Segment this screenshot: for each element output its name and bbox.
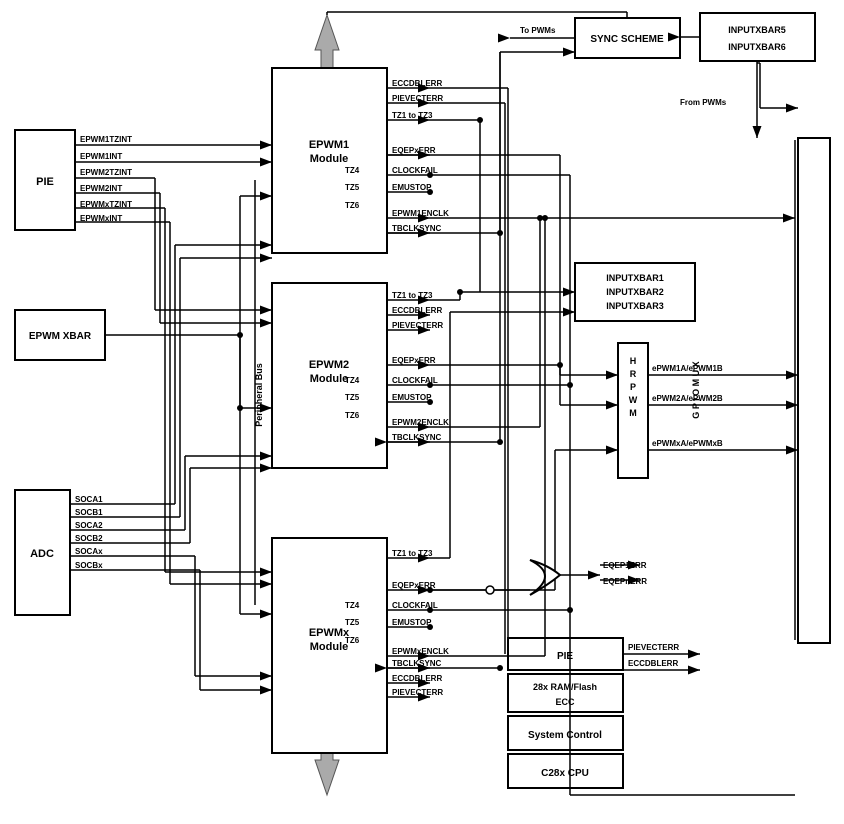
svg-text:M: M (629, 408, 637, 418)
diagram-svg: PIE EPWM XBAR ADC EPWM1 Module EPWM2 Mod… (0, 0, 844, 824)
svg-text:PIE: PIE (36, 176, 54, 188)
svg-text:SOCAx: SOCAx (75, 547, 103, 556)
svg-text:EPWM1ENCLK: EPWM1ENCLK (392, 209, 449, 218)
svg-text:Peripheral Bus: Peripheral Bus (254, 363, 264, 427)
svg-text:CLOCKFAIL: CLOCKFAIL (392, 166, 438, 175)
svg-text:SOCA1: SOCA1 (75, 495, 103, 504)
svg-text:Module: Module (310, 641, 349, 653)
svg-text:H: H (630, 356, 637, 366)
svg-text:CLOCKFAIL: CLOCKFAIL (392, 601, 438, 610)
svg-text:To PWMs: To PWMs (520, 26, 556, 35)
svg-text:EPWMxTZINT: EPWMxTZINT (80, 200, 132, 209)
svg-text:TBCLKSYNC: TBCLKSYNC (392, 433, 442, 442)
svg-text:EQEP1ERR: EQEP1ERR (603, 561, 647, 570)
svg-text:R: R (630, 369, 637, 379)
svg-text:SOCA2: SOCA2 (75, 521, 103, 530)
svg-text:INPUTXBAR2: INPUTXBAR2 (606, 287, 664, 297)
svg-text:ECCDBLERR: ECCDBLERR (392, 79, 442, 88)
svg-text:EPWMxENCLK: EPWMxENCLK (392, 647, 449, 656)
svg-text:Module: Module (310, 153, 349, 165)
svg-text:C28x CPU: C28x CPU (541, 768, 589, 779)
svg-text:TZ6: TZ6 (345, 411, 360, 420)
svg-text:EPWM2ENCLK: EPWM2ENCLK (392, 418, 449, 427)
svg-text:PIE: PIE (557, 651, 573, 662)
svg-text:TZ5: TZ5 (345, 618, 360, 627)
svg-text:SOCBx: SOCBx (75, 561, 103, 570)
svg-text:ePWM2A/ePWM2B: ePWM2A/ePWM2B (652, 394, 723, 403)
svg-text:TZ5: TZ5 (345, 183, 360, 192)
svg-text:G P I O M U X: G P I O M U X (691, 361, 701, 418)
svg-text:SOCB1: SOCB1 (75, 508, 103, 517)
svg-text:EQEPxERR: EQEPxERR (392, 356, 436, 365)
svg-text:TBCLKSYNC: TBCLKSYNC (392, 224, 442, 233)
svg-text:EMUSTOP: EMUSTOP (392, 183, 432, 192)
svg-text:PIEVECTERR: PIEVECTERR (628, 643, 679, 652)
svg-text:INPUTXBAR3: INPUTXBAR3 (606, 301, 664, 311)
svg-text:EPWMx: EPWMx (309, 627, 350, 639)
svg-text:ADC: ADC (30, 548, 54, 560)
svg-text:TZ1 to TZ3: TZ1 to TZ3 (392, 291, 433, 300)
svg-text:Module: Module (310, 373, 349, 385)
svg-text:EMUSTOP: EMUSTOP (392, 393, 432, 402)
svg-text:TBCLKSYNC: TBCLKSYNC (392, 659, 442, 668)
svg-text:P: P (630, 382, 636, 392)
svg-text:EPWM1INT: EPWM1INT (80, 152, 122, 161)
diagram: PIE EPWM XBAR ADC EPWM1 Module EPWM2 Mod… (0, 0, 844, 824)
svg-text:EPWM2: EPWM2 (309, 359, 349, 371)
svg-text:TZ6: TZ6 (345, 201, 360, 210)
svg-text:EMUSTOP: EMUSTOP (392, 618, 432, 627)
svg-text:EPWM1: EPWM1 (309, 139, 349, 151)
svg-text:From PWMs: From PWMs (680, 98, 727, 107)
svg-text:ECCDBLERR: ECCDBLERR (392, 674, 442, 683)
svg-text:TZ1 to TZ3: TZ1 to TZ3 (392, 111, 433, 120)
svg-text:TZ4: TZ4 (345, 601, 360, 610)
svg-text:INPUTXBAR6: INPUTXBAR6 (728, 42, 786, 52)
svg-text:EPWM XBAR: EPWM XBAR (29, 331, 92, 342)
svg-text:SOCB2: SOCB2 (75, 534, 103, 543)
svg-text:ePWM1A/ePWM1B: ePWM1A/ePWM1B (652, 364, 723, 373)
svg-text:TZ6: TZ6 (345, 636, 360, 645)
svg-text:INPUTXBAR5: INPUTXBAR5 (728, 25, 786, 35)
svg-text:TZ4: TZ4 (345, 376, 360, 385)
svg-text:EPWM2TZINT: EPWM2TZINT (80, 168, 132, 177)
svg-text:PIEVECTERR: PIEVECTERR (392, 94, 443, 103)
svg-text:EQEPxERR: EQEPxERR (392, 146, 436, 155)
svg-text:EQEPnERR: EQEPnERR (603, 577, 647, 586)
svg-text:TZ5: TZ5 (345, 393, 360, 402)
svg-text:TZ1 to TZ3: TZ1 to TZ3 (392, 549, 433, 558)
svg-text:INPUTXBAR1: INPUTXBAR1 (606, 273, 664, 283)
svg-text:28x RAM/Flash: 28x RAM/Flash (533, 682, 597, 692)
svg-text:EPWM2INT: EPWM2INT (80, 184, 122, 193)
svg-text:ePWMxA/ePWMxB: ePWMxA/ePWMxB (652, 439, 723, 448)
svg-text:EQEPxERR: EQEPxERR (392, 581, 436, 590)
svg-text:System Control: System Control (528, 730, 602, 741)
svg-text:ECCDBLERR: ECCDBLERR (392, 306, 442, 315)
svg-text:PIEVECTERR: PIEVECTERR (392, 688, 443, 697)
svg-text:EPWM1TZINT: EPWM1TZINT (80, 135, 132, 144)
svg-text:W: W (629, 395, 638, 405)
svg-text:CLOCKFAIL: CLOCKFAIL (392, 376, 438, 385)
svg-text:EPWMxINT: EPWMxINT (80, 214, 122, 223)
svg-text:SYNC SCHEME: SYNC SCHEME (590, 34, 664, 45)
svg-text:ECC: ECC (555, 697, 575, 707)
svg-text:TZ4: TZ4 (345, 166, 360, 175)
svg-text:PIEVECTERR: PIEVECTERR (392, 321, 443, 330)
svg-text:ECCDBLERR: ECCDBLERR (628, 659, 678, 668)
